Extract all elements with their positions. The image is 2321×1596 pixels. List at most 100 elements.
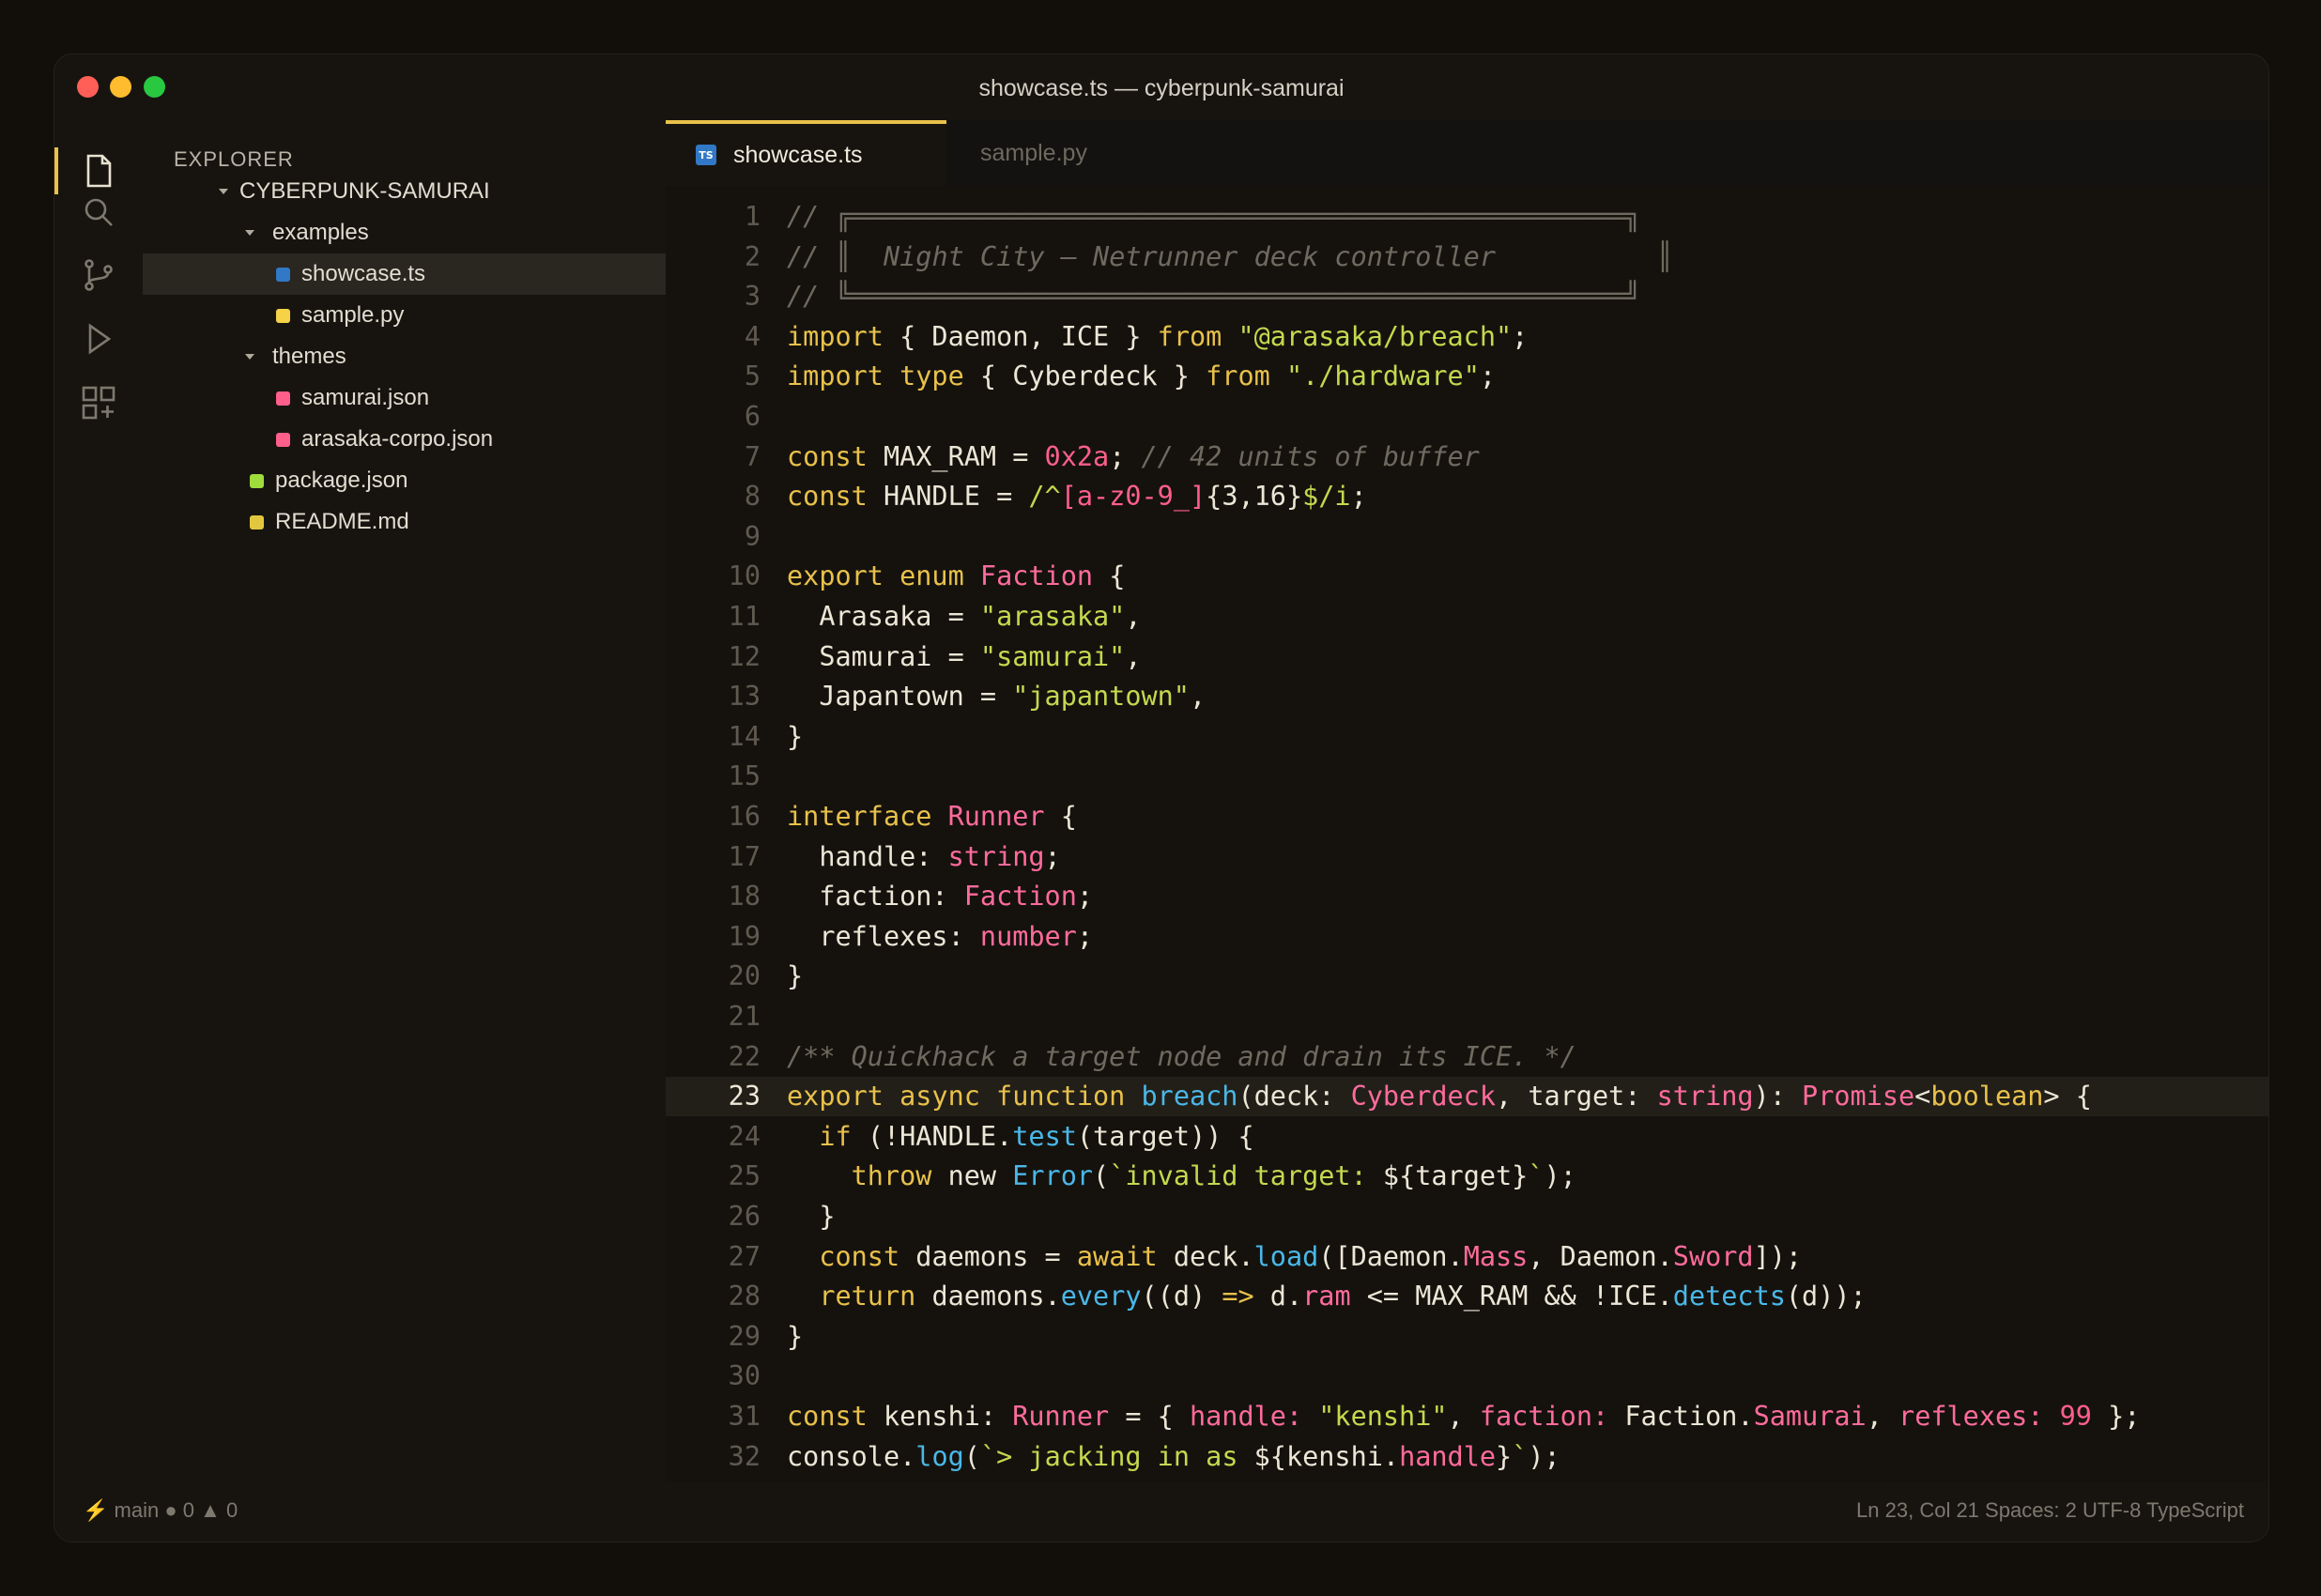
- code-token: breach: [1141, 1081, 1238, 1113]
- code-line[interactable]: 12 Samurai = "samurai",: [666, 637, 2268, 677]
- code-line[interactable]: 24 if (!HANDLE.test(target)) {: [666, 1117, 2268, 1157]
- code-line[interactable]: 15: [666, 757, 2268, 796]
- code-token: ${kenshi.: [1253, 1440, 1400, 1472]
- tree-file-showcase-ts[interactable]: showcase.ts: [143, 253, 666, 295]
- line-source: Japantown = "japantown",: [787, 677, 1206, 716]
- code-token: , target:: [1496, 1081, 1657, 1113]
- line-number: 25: [728, 1160, 761, 1192]
- code-line[interactable]: 31 const kenshi: Runner = { handle: "kens…: [666, 1397, 2268, 1436]
- line-number: 17: [728, 840, 761, 872]
- typescript-file-icon: [276, 267, 290, 282]
- code-line[interactable]: 29}: [666, 1317, 2268, 1357]
- code-line[interactable]: 5 import type { Cyberdeck } from "./hardw…: [666, 357, 2268, 396]
- code-line[interactable]: 1 // ╔═══════════════════════════════════…: [666, 197, 2268, 237]
- code-token: (: [963, 1440, 980, 1472]
- line-number: 2: [744, 240, 761, 272]
- tree-file-sample-py[interactable]: sample.py: [143, 295, 666, 336]
- tree-file-readme-md[interactable]: README.md: [143, 501, 666, 543]
- code-editor[interactable]: 1 // ╔═══════════════════════════════════…: [666, 186, 2268, 1542]
- encoding[interactable]: UTF-8: [2083, 1498, 2141, 1522]
- code-line[interactable]: 16 interface Runner {: [666, 797, 2268, 836]
- warning-count[interactable]: ▲ 0: [200, 1498, 238, 1522]
- code-line[interactable]: 13 Japantown = "japantown",: [666, 677, 2268, 716]
- code-token: ${target}: [1382, 1160, 1529, 1192]
- code-token: ram: [1302, 1281, 1351, 1312]
- tree-file-package-json[interactable]: package.json: [143, 460, 666, 501]
- code-line[interactable]: 28 return daemons.every((d) => d.ram <= …: [666, 1277, 2268, 1316]
- code-token: Faction.: [1608, 1401, 1754, 1432]
- status-left: ⚡ main ● 0 ▲ 0: [83, 1498, 238, 1523]
- code-line[interactable]: 14}: [666, 717, 2268, 757]
- tree-file-samurai-json[interactable]: samurai.json: [143, 377, 666, 419]
- code-line[interactable]: 27 const daemons = await deck.load([Daem…: [666, 1237, 2268, 1277]
- code-token: (deck:: [1237, 1081, 1351, 1113]
- line-number: 24: [728, 1120, 761, 1152]
- code-line[interactable]: 20}: [666, 957, 2268, 996]
- code-token: }: [787, 960, 804, 992]
- code-token: ║: [1656, 240, 1673, 272]
- line-number: 7: [744, 440, 761, 472]
- code-token: every: [1060, 1281, 1142, 1312]
- code-token: MAX_RAM =: [867, 440, 1045, 472]
- indentation[interactable]: Spaces: 2: [1985, 1498, 2077, 1522]
- code-line[interactable]: 30: [666, 1357, 2268, 1396]
- error-count[interactable]: ● 0: [164, 1498, 194, 1522]
- code-line[interactable]: 17 handle: string;: [666, 837, 2268, 877]
- code-line[interactable]: 18 faction: Faction;: [666, 877, 2268, 916]
- code-token: /^: [1028, 481, 1061, 513]
- code-line[interactable]: 2 // ║ Night City — Netrunner deck contro…: [666, 238, 2268, 277]
- code-line[interactable]: 9: [666, 517, 2268, 557]
- code-token: }: [1496, 1440, 1513, 1472]
- code-token: <: [1914, 1081, 1931, 1113]
- code-line[interactable]: 25 throw new Error(`invalid target: ${ta…: [666, 1157, 2268, 1196]
- line-source: const daemons = await deck.load([Daemon.…: [787, 1237, 1802, 1277]
- code-line[interactable]: 21: [666, 997, 2268, 1036]
- line-source: // ╚════════════════════════════════════…: [787, 277, 1640, 316]
- code-line[interactable]: 3 // ╚═══════════════════════════════════…: [666, 277, 2268, 316]
- lightning-icon[interactable]: ⚡: [83, 1498, 108, 1522]
- code-line[interactable]: 19 reflexes: number;: [666, 917, 2268, 957]
- tab-showcase-ts[interactable]: TS showcase.ts: [666, 120, 946, 186]
- code-token: }: [787, 1201, 836, 1232]
- tab-sample-py[interactable]: sample.py: [946, 120, 1228, 186]
- line-source: }: [787, 1197, 835, 1236]
- code-line[interactable]: 7 const MAX_RAM = 0x2a; // 42 units of bu…: [666, 437, 2268, 477]
- code-token: ,: [1189, 681, 1207, 713]
- search-icon[interactable]: [54, 184, 143, 240]
- code-line[interactable]: 8 const HANDLE = /^[a-z0-9_]{3,16}$/i;: [666, 477, 2268, 516]
- code-line[interactable]: 11 Arasaka = "arasaka",: [666, 597, 2268, 637]
- code-line[interactable]: 22 /** Quickhack a target node and drain …: [666, 1037, 2268, 1077]
- code-line[interactable]: 26 }: [666, 1197, 2268, 1236]
- code-line[interactable]: 23 export async function breach(deck: Cyb…: [666, 1077, 2268, 1117]
- code-line[interactable]: 4 import { Daemon, ICE } from "@arasaka/b…: [666, 317, 2268, 357]
- tree-file-arasaka-json[interactable]: arasaka-corpo.json: [143, 419, 666, 460]
- code-line[interactable]: 32 console.log(`> jacking in as ${kenshi.…: [666, 1437, 2268, 1477]
- line-number: 16: [728, 801, 761, 832]
- code-line[interactable]: 6: [666, 397, 2268, 437]
- source-control-icon[interactable]: [54, 247, 143, 303]
- activity-bar: [54, 120, 143, 1481]
- code-token: Cyberdeck: [1350, 1081, 1496, 1113]
- tree-root-folder[interactable]: CYBERPUNK-SAMURAI: [143, 171, 666, 212]
- code-token: string: [1656, 1081, 1754, 1113]
- run-icon[interactable]: [54, 311, 143, 367]
- language-mode[interactable]: TypeScript: [2146, 1498, 2244, 1522]
- json-file-icon: [276, 391, 290, 406]
- code-token: detects: [1672, 1281, 1786, 1312]
- python-file-icon: [276, 308, 290, 323]
- tree-folder-examples[interactable]: examples: [143, 212, 666, 253]
- line-number: 8: [744, 481, 761, 513]
- cursor-position[interactable]: Ln 23, Col 21: [1856, 1498, 1979, 1522]
- extensions-icon[interactable]: [54, 375, 143, 431]
- code-token: Faction: [963, 881, 1077, 913]
- code-line[interactable]: 10 export enum Faction {: [666, 557, 2268, 596]
- branch-name[interactable]: main: [115, 1498, 160, 1522]
- code-token: "samurai": [979, 640, 1126, 672]
- code-token: export async function: [787, 1081, 1126, 1113]
- code-token: { Cyberdeck }: [963, 361, 1207, 392]
- tree-folder-themes[interactable]: themes: [143, 336, 666, 377]
- code-token: > {: [2043, 1081, 2092, 1113]
